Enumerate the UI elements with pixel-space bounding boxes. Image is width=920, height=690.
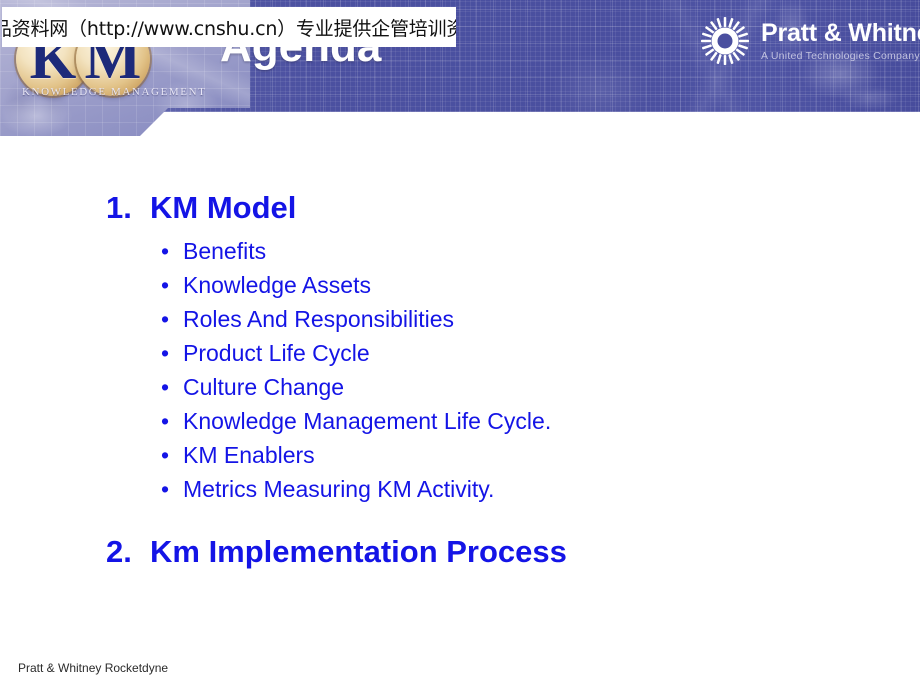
bullet-item-benefits: • Benefits <box>0 234 920 268</box>
bullet-label: Knowledge Management Life Cycle. <box>183 408 552 434</box>
bullet-dot-icon: • <box>161 272 170 298</box>
bullet-dot-icon: • <box>161 374 170 400</box>
outline-heading-2-number: 2. <box>106 534 132 569</box>
outline-heading-2-label: Km Implementation Process <box>150 534 567 569</box>
bullet-item-metrics-measuring-km-activity: • Metrics Measuring KM Activity. <box>0 472 920 506</box>
bullet-label: Product Life Cycle <box>183 340 370 366</box>
bullet-label: Culture Change <box>183 374 345 400</box>
bullet-label: Roles And Responsibilities <box>183 306 455 332</box>
outline-heading-1-number: 1. <box>106 190 132 225</box>
bullet-label: Knowledge Assets <box>183 272 371 298</box>
bullet-label: Metrics Measuring KM Activity. <box>183 476 495 502</box>
bullet-dot-icon: • <box>161 340 170 366</box>
slide-canvas: K M KNOWLEDGE MANAGEMENT Agenda <box>0 0 920 690</box>
outline-heading-2: 2. Km Implementation Process <box>0 534 920 570</box>
watermark-banner: 精品资料网（http://www.cnshu.cn）专业提供企管培训资料 <box>2 7 456 47</box>
bullet-item-km-enablers: • KM Enablers <box>0 438 920 472</box>
bullet-dot-icon: • <box>161 408 170 434</box>
outline-heading-1-label: KM Model <box>150 190 297 225</box>
slide-footer: Pratt & Whitney Rocketdyne <box>18 661 169 675</box>
bullet-label: Benefits <box>183 238 267 264</box>
bullet-item-knowledge-management-life-cycle: • Knowledge Management Life Cycle. <box>0 404 920 438</box>
pratt-whitney-name: Pratt & Whitney <box>761 19 920 48</box>
outline-heading-1: 1. KM Model <box>0 190 920 226</box>
bullet-dot-icon: • <box>161 476 170 502</box>
km-logo-tagline: KNOWLEDGE MANAGEMENT <box>22 86 207 98</box>
slide-body: 1. KM Model • Benefits • Knowledge Asset… <box>0 190 920 570</box>
pratt-whitney-logo: Pratt & Whitney A United Technologies Co… <box>700 16 920 66</box>
pratt-whitney-wordmark: Pratt & Whitney A United Technologies Co… <box>761 19 920 62</box>
bullet-label: KM Enablers <box>183 442 315 468</box>
bullet-item-roles-and-responsibilities: • Roles And Responsibilities <box>0 302 920 336</box>
bullet-item-culture-change: • Culture Change <box>0 370 920 404</box>
pratt-whitney-sunburst-icon <box>701 17 749 65</box>
bullet-item-product-life-cycle: • Product Life Cycle <box>0 336 920 370</box>
bullet-dot-icon: • <box>161 238 170 264</box>
bullet-dot-icon: • <box>161 306 170 332</box>
bullet-item-knowledge-assets: • Knowledge Assets <box>0 268 920 302</box>
watermark-text: 精品资料网（http://www.cnshu.cn）专业提供企管培训资料 <box>2 17 456 40</box>
bullet-dot-icon: • <box>161 442 170 468</box>
pratt-whitney-tagline: A United Technologies Company <box>761 49 920 62</box>
outline-bullet-list: • Benefits • Knowledge Assets • Roles An… <box>0 234 920 506</box>
